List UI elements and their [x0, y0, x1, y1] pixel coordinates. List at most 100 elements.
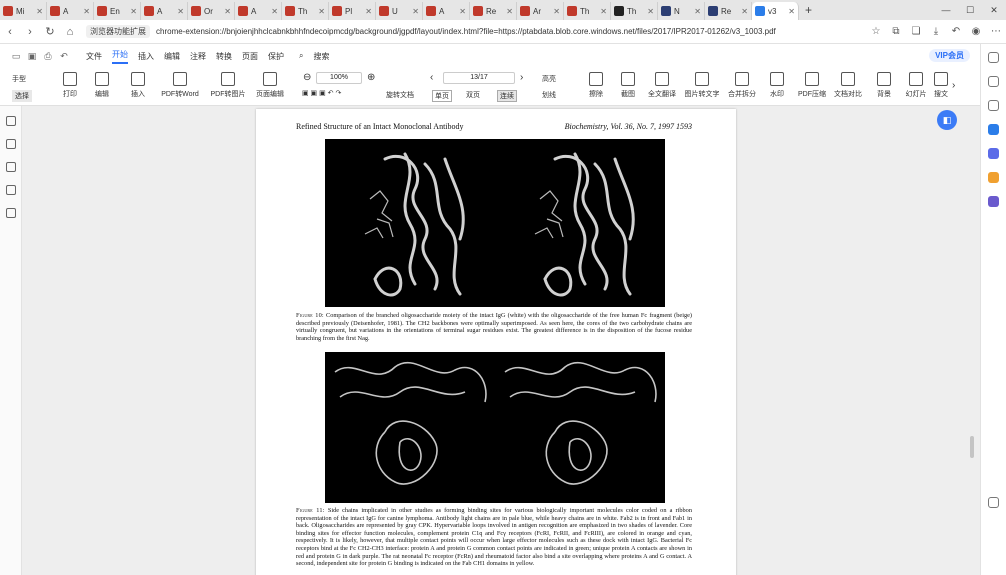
zoom-out-icon[interactable]: ⊖ — [303, 72, 311, 83]
browser-tab[interactable]: v3 ✕ — [752, 2, 799, 20]
sidebar-history-icon[interactable] — [988, 100, 999, 111]
minimize-icon[interactable]: — — [934, 5, 958, 15]
vertical-scrollbar[interactable] — [970, 436, 974, 458]
attachment-icon[interactable] — [5, 208, 16, 218]
browser-tab[interactable]: Re ✕ — [470, 2, 517, 20]
tab-close-icon[interactable]: ✕ — [36, 7, 43, 16]
menu-protect[interactable]: 保护 — [268, 51, 284, 62]
tab-close-icon[interactable]: ✕ — [318, 7, 325, 16]
url-field[interactable]: 浏览器功能扩展 chrome-extension://bnjoienjhhclc… — [86, 23, 860, 41]
maximize-icon[interactable]: ☐ — [958, 5, 982, 16]
insert-button[interactable]: 插入 — [116, 72, 160, 99]
browser-tab[interactable]: A ✕ — [47, 2, 94, 20]
back-icon[interactable]: ‹ — [0, 26, 20, 38]
tab-close-icon[interactable]: ✕ — [506, 7, 513, 16]
print-quick-icon[interactable]: ⎙ — [40, 51, 56, 62]
browser-tab[interactable]: U ✕ — [376, 2, 423, 20]
menu-search[interactable]: 搜索 — [313, 51, 329, 62]
sidebar-ai-icon[interactable] — [988, 124, 999, 135]
sidebar-app-icon[interactable] — [988, 196, 999, 207]
page-number-input[interactable]: 13/17 — [443, 72, 515, 84]
profile-icon[interactable]: ◉ — [966, 26, 986, 37]
thumbnail-icon[interactable] — [5, 139, 16, 149]
hand-tool[interactable]: 手型 — [12, 74, 26, 84]
pdf-viewer[interactable]: Refined Structure of an Intact Monoclona… — [22, 106, 980, 575]
more-menu-icon[interactable]: ⋯ — [986, 26, 1006, 37]
pdf-to-word-button[interactable]: PDF转Word — [158, 72, 202, 99]
browser-tab[interactable]: Th ✕ — [564, 2, 611, 20]
forward-icon[interactable]: › — [20, 26, 40, 38]
reload-icon[interactable]: ↻ — [40, 25, 60, 38]
tab-close-icon[interactable]: ✕ — [788, 7, 795, 16]
bookmark-star-icon[interactable]: ☆ — [866, 26, 886, 37]
downloads-icon[interactable]: ⤓ — [926, 26, 946, 37]
save-icon[interactable]: ▣ — [24, 51, 40, 62]
view-tools-icons[interactable]: ▣ ▣ ▣ ↶ ↷ — [302, 89, 341, 97]
tab-close-icon[interactable]: ✕ — [741, 7, 748, 16]
tab-close-icon[interactable]: ✕ — [553, 7, 560, 16]
browser-tab[interactable]: Th ✕ — [282, 2, 329, 20]
sidebar-game-icon[interactable] — [988, 148, 999, 159]
home-icon[interactable]: ⌂ — [60, 26, 80, 38]
tab-close-icon[interactable]: ✕ — [130, 7, 137, 16]
tab-close-icon[interactable]: ✕ — [271, 7, 278, 16]
browser-tab[interactable]: A ✕ — [423, 2, 470, 20]
browser-tab[interactable]: N ✕ — [658, 2, 705, 20]
tab-close-icon[interactable]: ✕ — [459, 7, 466, 16]
search-icon[interactable]: ⌕ — [299, 51, 303, 61]
continuous-button[interactable]: 连续 — [497, 90, 517, 102]
menu-insert[interactable]: 插入 — [138, 51, 154, 62]
browser-tab[interactable]: A ✕ — [235, 2, 282, 20]
tab-close-icon[interactable]: ✕ — [224, 7, 231, 16]
new-tab-icon[interactable]: + — [805, 3, 812, 17]
menu-annotate[interactable]: 注释 — [190, 51, 206, 62]
history-icon[interactable]: ↶ — [946, 26, 966, 37]
menu-start[interactable]: 开始 — [112, 49, 128, 64]
undo-icon[interactable]: ↶ — [56, 51, 72, 62]
collections-icon[interactable]: ❏ — [906, 26, 926, 37]
sidebar-add-icon[interactable] — [988, 497, 999, 508]
underline-button[interactable]: 划线 — [542, 90, 556, 100]
menu-edit[interactable]: 编辑 — [164, 51, 180, 62]
tab-close-icon[interactable]: ✕ — [600, 7, 607, 16]
browser-tab[interactable]: Mi ✕ — [0, 2, 47, 20]
vip-badge[interactable]: VIP会员 — [929, 49, 970, 62]
tab-close-icon[interactable]: ✕ — [177, 7, 184, 16]
prev-page-icon[interactable]: ‹ — [430, 72, 433, 83]
browser-tab[interactable]: Or ✕ — [188, 2, 235, 20]
next-page-icon[interactable]: › — [520, 72, 523, 83]
browser-tab[interactable]: Ar ✕ — [517, 2, 564, 20]
image-to-text-button[interactable]: 图片转文字 — [680, 72, 724, 99]
translate-button[interactable]: 全文翻译 — [640, 72, 684, 99]
browser-tab[interactable]: A ✕ — [141, 2, 188, 20]
pdf-to-image-button[interactable]: PDF转图片 — [206, 72, 250, 99]
sidebar-search-icon[interactable] — [988, 52, 999, 63]
select-tool[interactable]: 选择 — [12, 90, 32, 102]
browser-tab[interactable]: En ✕ — [94, 2, 141, 20]
browser-tab[interactable]: Th ✕ — [611, 2, 658, 20]
menu-file[interactable]: 文件 — [86, 51, 102, 62]
ai-assistant-button[interactable]: ◧ — [937, 110, 957, 130]
single-page-button[interactable]: 单页 — [432, 90, 452, 102]
tab-close-icon[interactable]: ✕ — [412, 7, 419, 16]
zoom-select[interactable]: 100% — [316, 72, 362, 84]
open-file-icon[interactable]: ▭ — [8, 51, 24, 62]
menu-convert[interactable]: 转换 — [216, 51, 232, 62]
close-window-icon[interactable]: ✕ — [982, 5, 1006, 16]
page-edit-button[interactable]: 页面编辑 — [248, 72, 292, 99]
rotate-doc-button[interactable]: 旋转文档 — [386, 90, 414, 100]
tab-close-icon[interactable]: ✕ — [694, 7, 701, 16]
zoom-in-icon[interactable]: ⊕ — [367, 72, 375, 83]
menu-page[interactable]: 页面 — [242, 51, 258, 62]
browser-tab[interactable]: Re ✕ — [705, 2, 752, 20]
ribbon-scroll-right-icon[interactable]: › — [952, 80, 955, 91]
tab-close-icon[interactable]: ✕ — [83, 7, 90, 16]
highlight-button[interactable]: 高亮 — [542, 74, 556, 84]
tab-close-icon[interactable]: ✕ — [647, 7, 654, 16]
tab-close-icon[interactable]: ✕ — [365, 7, 372, 16]
extensions-icon[interactable]: ⧉ — [886, 26, 906, 37]
double-page-button[interactable]: 双页 — [466, 90, 480, 100]
bookmark-icon[interactable] — [5, 116, 16, 126]
comment-icon[interactable] — [5, 162, 16, 172]
search-panel-icon[interactable] — [5, 185, 16, 195]
